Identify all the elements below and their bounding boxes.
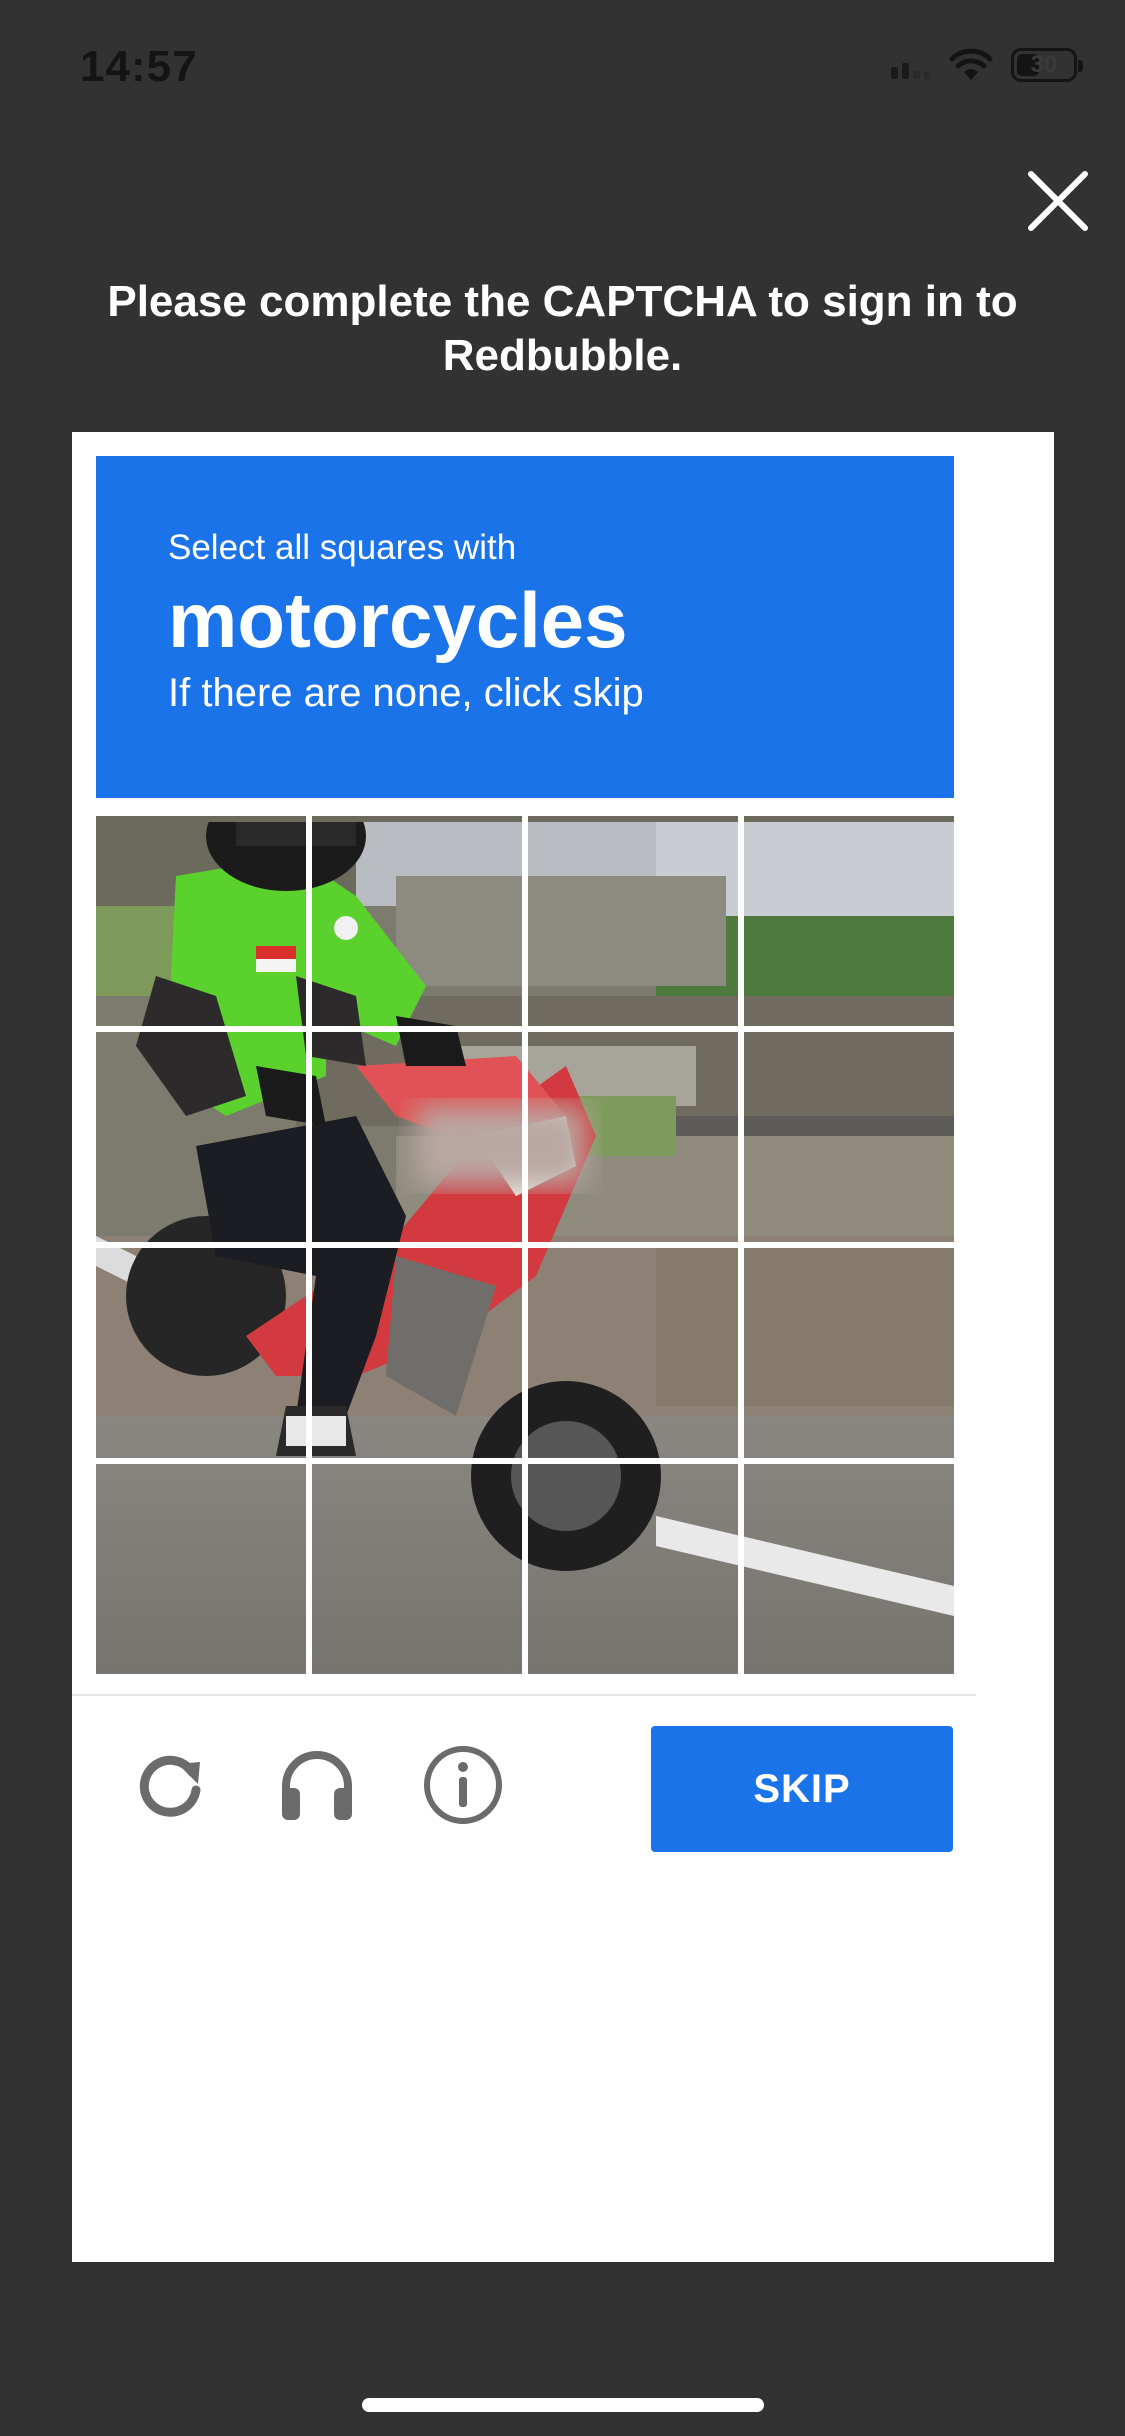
captcha-tile-image	[744, 1032, 954, 1242]
captcha-tile-image	[744, 1248, 954, 1458]
captcha-image-grid	[96, 816, 954, 1674]
captcha-tile[interactable]	[312, 816, 522, 1026]
wifi-icon	[949, 48, 993, 80]
close-icon	[1028, 171, 1088, 231]
battery-level: 30	[1030, 51, 1058, 78]
captcha-tile-image	[528, 816, 738, 1026]
captcha-tile-image	[96, 1248, 306, 1458]
close-button[interactable]	[1025, 168, 1091, 234]
captcha-tile-image	[528, 1032, 738, 1242]
battery-icon: 30	[1011, 48, 1083, 82]
captcha-tile-image	[96, 1464, 306, 1674]
prompt-hint: If there are none, click skip	[168, 671, 644, 715]
captcha-card: Select all squares with motorcycles If t…	[72, 432, 1054, 2262]
captcha-tile-image	[744, 816, 954, 1026]
captcha-tile-image	[312, 1464, 522, 1674]
captcha-tile-image	[528, 1464, 738, 1674]
captcha-tile[interactable]	[744, 816, 954, 1026]
captcha-tools	[128, 1742, 506, 1828]
refresh-button[interactable]	[128, 1742, 214, 1828]
info-icon	[424, 1746, 502, 1824]
prompt-instruction: Select all squares with	[168, 528, 517, 567]
skip-button[interactable]: SKIP	[651, 1726, 953, 1852]
captcha-tile-image	[312, 816, 522, 1026]
captcha-tile[interactable]	[96, 1248, 306, 1458]
captcha-prompt: Select all squares with motorcycles If t…	[96, 456, 954, 798]
captcha-tile[interactable]	[312, 1248, 522, 1458]
captcha-tile[interactable]	[744, 1248, 954, 1458]
info-button[interactable]	[420, 1742, 506, 1828]
captcha-tile[interactable]	[96, 1464, 306, 1674]
home-indicator	[362, 2398, 764, 2412]
captcha-tile-image	[312, 1248, 522, 1458]
captcha-tile[interactable]	[528, 1032, 738, 1242]
captcha-tile-image	[528, 1248, 738, 1458]
captcha-tile[interactable]	[528, 1248, 738, 1458]
refresh-icon	[139, 1755, 201, 1817]
audio-challenge-button[interactable]	[274, 1742, 360, 1828]
captcha-tile-image	[744, 1464, 954, 1674]
divider	[72, 1694, 976, 1696]
captcha-tile[interactable]	[528, 816, 738, 1026]
captcha-tile[interactable]	[528, 1464, 738, 1674]
captcha-tile[interactable]	[96, 816, 306, 1026]
status-time: 14:57	[80, 42, 198, 91]
prompt-target: motorcycles	[168, 576, 628, 664]
captcha-tile[interactable]	[744, 1032, 954, 1242]
audio-headphones-icon	[282, 1751, 352, 1820]
captcha-tile[interactable]	[312, 1032, 522, 1242]
page-title: Please complete the CAPTCHA to sign in t…	[107, 277, 1018, 380]
status-icons: 30	[891, 48, 1083, 82]
captcha-tile-image	[96, 1032, 306, 1242]
captcha-tile[interactable]	[744, 1464, 954, 1674]
captcha-tile[interactable]	[96, 1032, 306, 1242]
signal-icon	[891, 51, 931, 79]
captcha-tile-image	[96, 816, 306, 1026]
captcha-tile[interactable]	[312, 1464, 522, 1674]
captcha-tile-image	[312, 1032, 522, 1242]
